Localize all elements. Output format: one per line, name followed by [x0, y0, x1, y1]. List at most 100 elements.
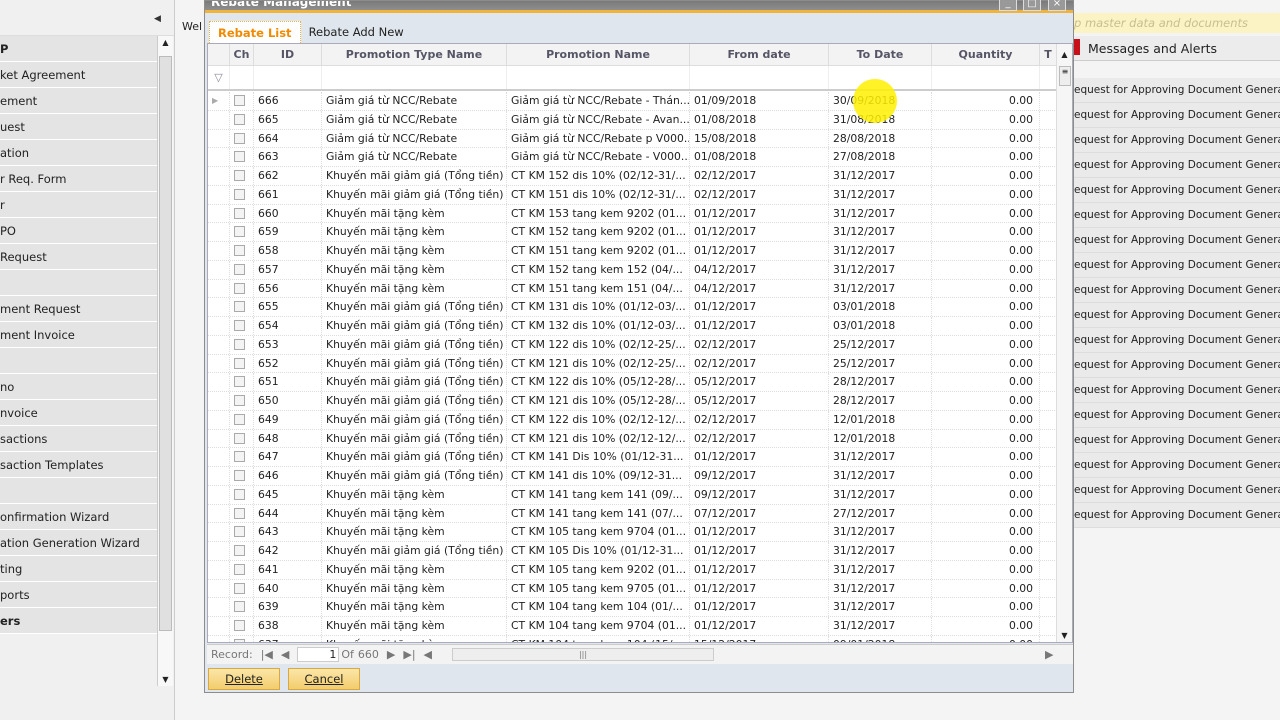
row-selector[interactable] [208, 335, 230, 354]
sidebar-item[interactable]: saction Templates [0, 452, 158, 478]
row-checkbox[interactable] [230, 279, 254, 298]
row-selector[interactable] [208, 429, 230, 448]
message-item[interactable]: equest for Approving Document Generation [1074, 453, 1280, 478]
table-row[interactable]: 644 Khuyến mãi tặng kèm CT KM 141 tang kem… [208, 504, 1057, 524]
sidebar-item[interactable]: ports [0, 582, 158, 608]
sidebar-item[interactable]: ation Generation Wizard [0, 530, 158, 556]
row-checkbox[interactable] [230, 129, 254, 148]
row-checkbox[interactable] [230, 204, 254, 223]
close-icon[interactable]: × [1048, 0, 1066, 11]
column-header[interactable]: Ch [230, 44, 254, 65]
column-header[interactable]: To Date [829, 44, 932, 65]
row-checkbox[interactable] [230, 523, 254, 541]
row-checkbox[interactable] [230, 504, 254, 523]
table-row[interactable]: 656 Khuyến mãi tặng kèm CT KM 151 tang kem… [208, 279, 1057, 299]
record-input[interactable]: 1 [297, 647, 340, 662]
column-header[interactable]: From date [690, 44, 829, 65]
table-row[interactable]: 657 Khuyến mãi tặng kèm CT KM 152 tang kem… [208, 260, 1057, 280]
message-item[interactable]: equest for Approving Document Generation [1074, 253, 1280, 278]
row-checkbox[interactable] [230, 167, 254, 185]
table-row[interactable]: 637Khuyến mãi tặng kèmCT KM 104 tang kem… [208, 635, 1057, 642]
row-selector[interactable] [208, 204, 230, 223]
vertical-scrollbar[interactable]: ▲ ≡ ▼ [1056, 44, 1072, 642]
row-selector[interactable] [208, 560, 230, 579]
row-checkbox[interactable] [230, 354, 254, 373]
message-item[interactable]: equest for Approving Document Generation [1074, 503, 1280, 528]
row-selector[interactable] [208, 185, 230, 204]
message-item[interactable]: equest for Approving Document Generation [1074, 378, 1280, 403]
message-item[interactable]: equest for Approving Document Generation [1074, 228, 1280, 253]
sidebar-item[interactable]: PO [0, 218, 158, 244]
sidebar-item[interactable]: r Req. Form [0, 166, 158, 192]
table-row[interactable]: 655 Khuyến mãi giảm giá (Tổng tiền) CT KM … [208, 298, 1057, 317]
cancel-button[interactable]: Cancel [288, 668, 360, 690]
row-selector[interactable] [208, 635, 230, 642]
row-selector[interactable] [208, 392, 230, 410]
table-row[interactable]: 648 Khuyến mãi giảm giá (Tổng tiền) CT KM … [208, 429, 1057, 449]
column-header[interactable]: ID [254, 44, 322, 65]
row-checkbox[interactable] [230, 373, 254, 391]
sidebar-item[interactable]: ers [0, 608, 158, 634]
table-row[interactable]: 652 Khuyến mãi giảm giá (Tổng tiền) CT KM … [208, 354, 1057, 374]
scroll-thumb[interactable] [159, 56, 172, 631]
horizontal-scrollbar[interactable]: ||| [452, 648, 714, 661]
sidebar-item[interactable]: ket Agreement [0, 62, 158, 88]
sidebar-item[interactable]: no [0, 374, 158, 400]
table-row[interactable]: 663 Giảm giá từ NCC/Rebate Giảm giá từ NCC… [208, 148, 1057, 167]
row-checkbox[interactable] [230, 542, 254, 560]
row-selector[interactable] [208, 467, 230, 485]
sidebar-item[interactable]: nvoice [0, 400, 158, 426]
row-checkbox[interactable] [230, 335, 254, 354]
sidebar-item[interactable]: P [0, 36, 158, 62]
last-record-icon[interactable]: ▶| [403, 648, 415, 661]
sidebar-item[interactable]: ement [0, 88, 158, 114]
row-checkbox[interactable] [230, 579, 254, 598]
row-checkbox[interactable] [230, 617, 254, 635]
row-checkbox[interactable] [230, 598, 254, 616]
row-selector[interactable] [208, 129, 230, 148]
row-checkbox[interactable] [230, 260, 254, 279]
table-row[interactable]: 658 Khuyến mãi tặng kèm CT KM 151 tang kem… [208, 242, 1057, 261]
row-checkbox[interactable] [230, 429, 254, 448]
sidebar-item[interactable]: ment Invoice [0, 322, 158, 348]
table-row[interactable]: 641 Khuyến mãi tặng kèm CT KM 105 tang kem… [208, 560, 1057, 580]
row-selector[interactable] [208, 110, 230, 129]
tab-rebate-list[interactable]: Rebate List [209, 21, 301, 43]
table-row[interactable]: 654 Khuyến mãi giảm giá (Tổng tiền) CT KM … [208, 317, 1057, 336]
row-checkbox[interactable] [230, 410, 254, 429]
row-selector[interactable] [208, 260, 230, 279]
table-row[interactable]: 651 Khuyến mãi giảm giá (Tổng tiền) CT KM … [208, 373, 1057, 392]
scroll-right-icon[interactable]: ▶ [1045, 648, 1053, 661]
filter-icon[interactable]: ▽ [208, 66, 230, 89]
column-header[interactable]: T [1040, 44, 1057, 65]
scroll-down-icon[interactable]: ▼ [158, 675, 173, 684]
scroll-thumb[interactable]: ≡ [1059, 66, 1071, 86]
table-row[interactable]: 661 Khuyến mãi giảm giá (Tổng tiền) CT KM … [208, 185, 1057, 205]
table-row[interactable]: 665 Giảm giá từ NCC/Rebate Giảm giá từ NCC… [208, 110, 1057, 130]
table-row[interactable]: 662 Khuyến mãi giảm giá (Tổng tiền) CT KM … [208, 167, 1057, 186]
sidebar-item[interactable]: uest [0, 114, 158, 140]
maximize-icon[interactable]: □ [1023, 0, 1041, 11]
sidebar-item[interactable]: ation [0, 140, 158, 166]
sidebar-item[interactable]: Request [0, 244, 158, 270]
scroll-up-icon[interactable]: ▲ [1057, 44, 1072, 59]
sidebar-item[interactable] [0, 270, 158, 296]
scroll-left-icon[interactable]: ◀ [424, 648, 432, 661]
row-checkbox[interactable] [230, 298, 254, 316]
row-checkbox[interactable] [230, 223, 254, 241]
row-checkbox[interactable] [230, 185, 254, 204]
message-item[interactable]: equest for Approving Document Generation [1074, 353, 1280, 378]
row-selector[interactable] [208, 542, 230, 560]
row-checkbox[interactable] [230, 92, 254, 110]
collapse-left-icon[interactable]: ◀ [154, 14, 161, 24]
row-checkbox[interactable] [230, 467, 254, 485]
row-selector[interactable] [208, 504, 230, 523]
row-checkbox[interactable] [230, 148, 254, 166]
sidebar-item[interactable]: ting [0, 556, 158, 582]
row-selector[interactable] [208, 617, 230, 635]
scroll-up-icon[interactable]: ▲ [158, 36, 173, 47]
row-selector[interactable] [208, 579, 230, 598]
row-checkbox[interactable] [230, 560, 254, 579]
sidebar-item[interactable]: sactions [0, 426, 158, 452]
row-checkbox[interactable] [230, 485, 254, 504]
